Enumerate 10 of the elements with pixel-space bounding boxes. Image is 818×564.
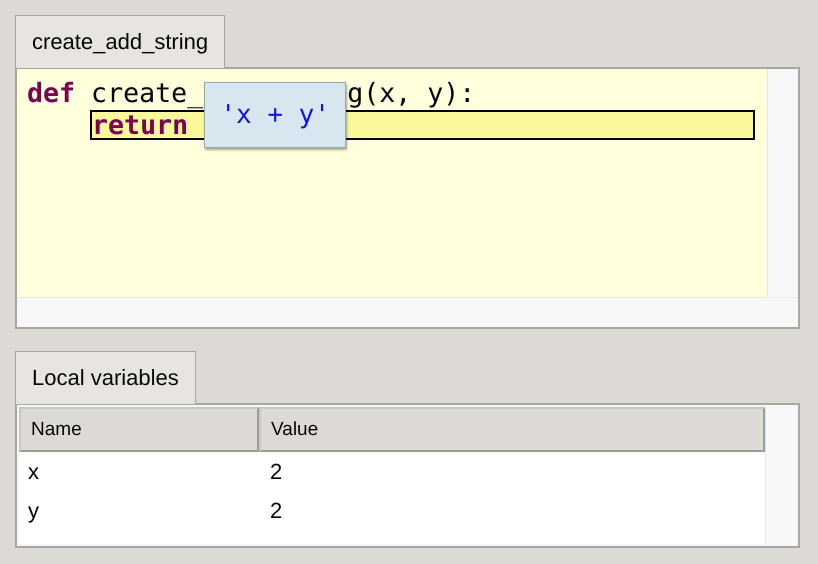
variables-tab[interactable]: Local variables: [15, 351, 196, 404]
column-header[interactable]: Name: [19, 407, 259, 452]
value-tooltip: 'x + y': [204, 82, 346, 148]
column-header[interactable]: Value: [259, 407, 765, 452]
table-cell-text: 2: [269, 498, 284, 524]
table-cell-text: 2: [269, 458, 284, 484]
table-cell-text: x: [27, 458, 40, 484]
editor-tab[interactable]: create_add_string: [15, 15, 226, 68]
table-cell-text: y: [27, 498, 40, 524]
code-editor[interactable]: def create_ 'x + y' g(x, y): return: [17, 69, 767, 297]
